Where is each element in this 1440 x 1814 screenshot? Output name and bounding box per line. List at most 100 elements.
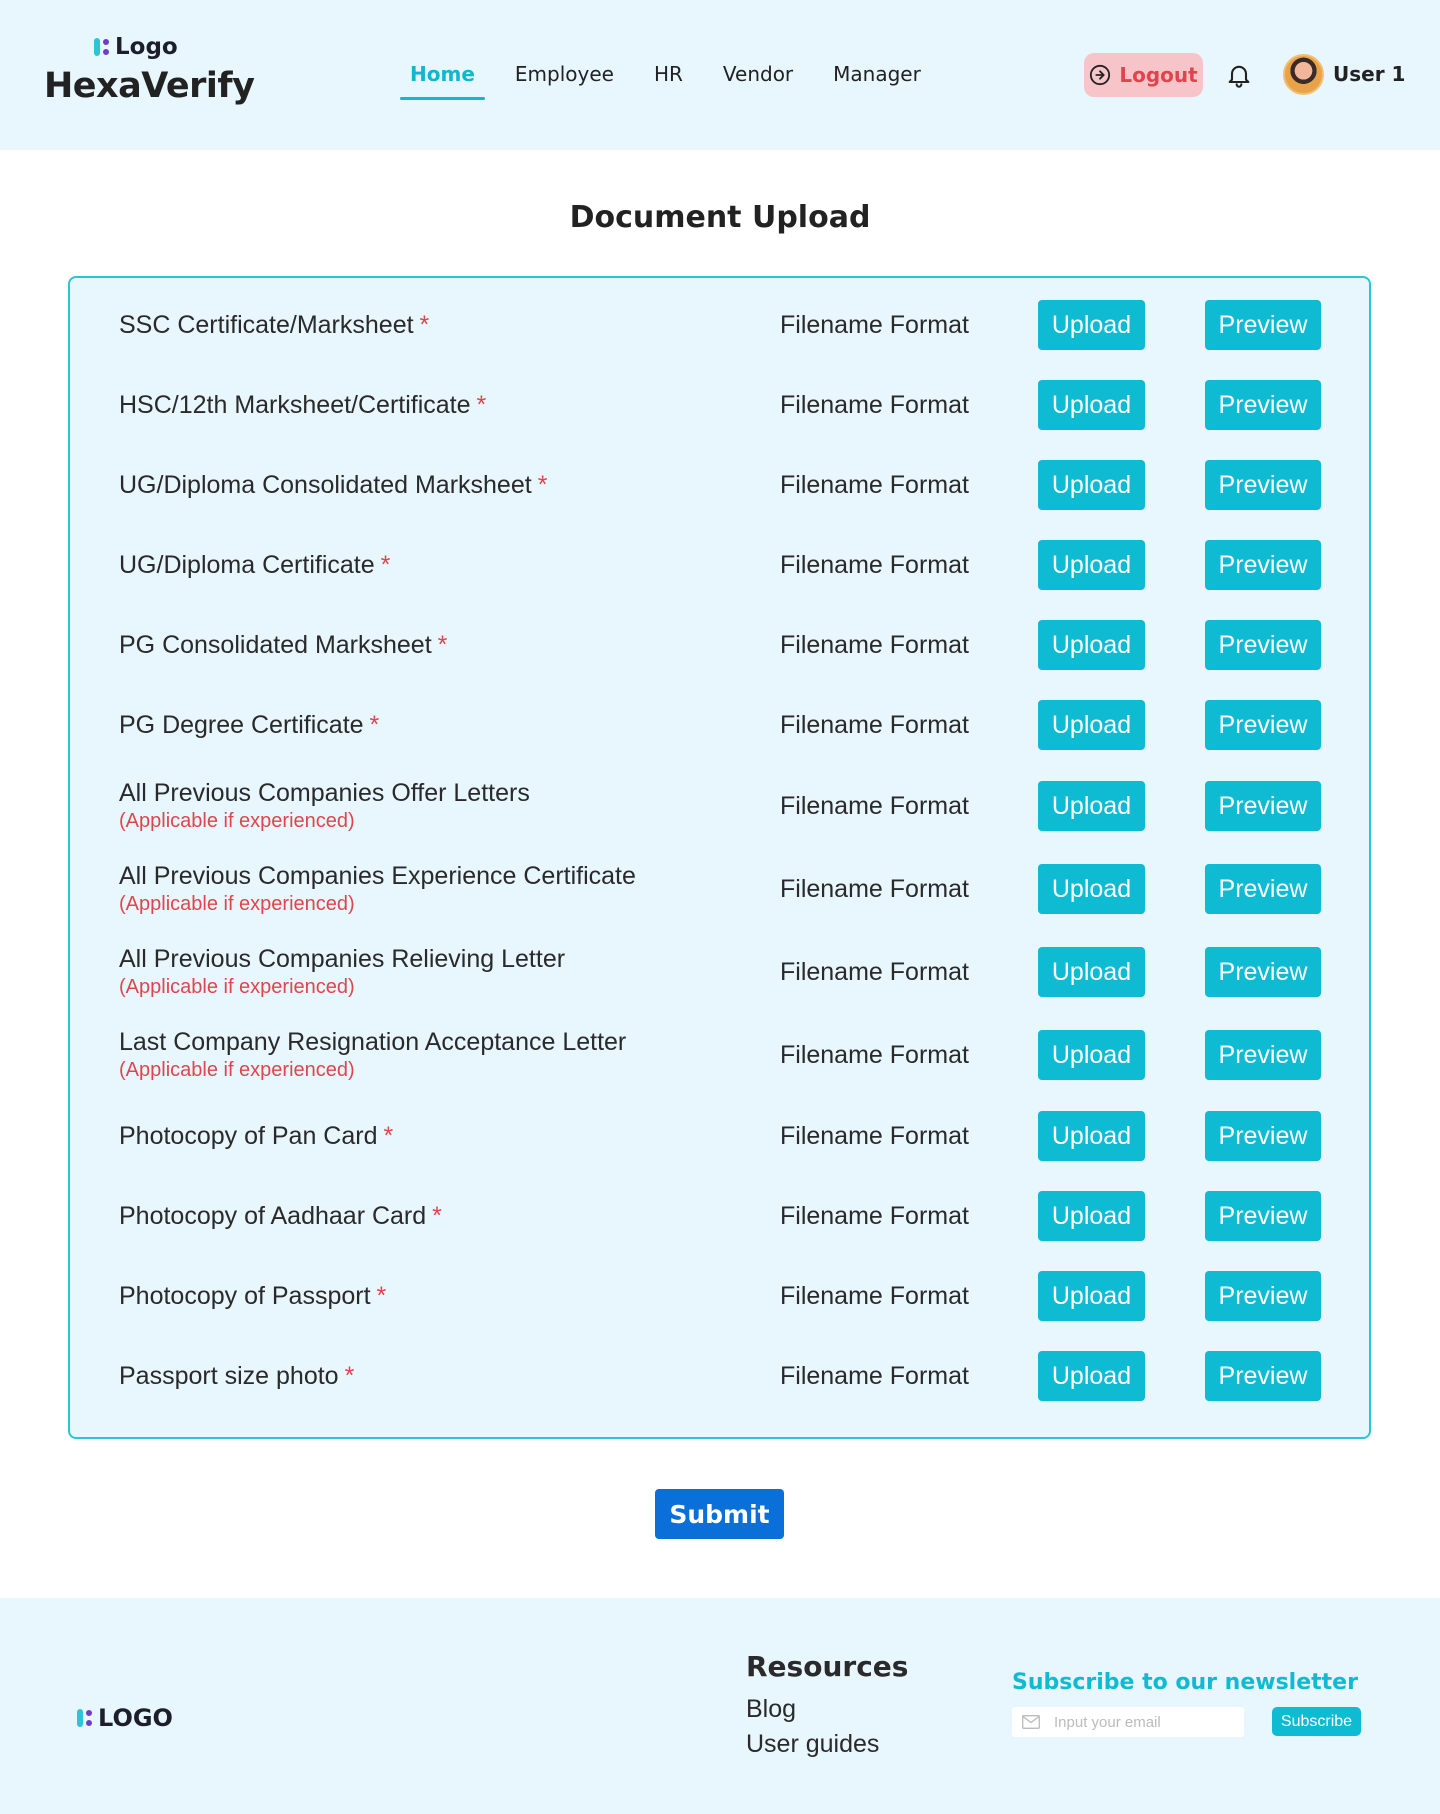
upload-button[interactable]: Upload <box>1038 781 1145 831</box>
resources-section: Resources Blog User guides <box>746 1650 908 1759</box>
document-note: (Applicable if experienced) <box>119 976 355 998</box>
upload-button[interactable]: Upload <box>1038 700 1145 750</box>
upload-button[interactable]: Upload <box>1038 620 1145 670</box>
required-asterisk: * <box>376 1281 387 1310</box>
document-label-group: Photocopy of Aadhaar Card * <box>119 1186 442 1246</box>
logout-label: Logout <box>1119 63 1198 87</box>
filename-format: Filename Format <box>780 1040 969 1069</box>
resources-link-user-guides[interactable]: User guides <box>746 1730 908 1759</box>
document-label-text: PG Degree Certificate <box>119 710 364 739</box>
document-row: Photocopy of Passport * Filename Format Upl… <box>70 1266 1369 1326</box>
logo-icon <box>77 1709 92 1727</box>
resources-link-blog[interactable]: Blog <box>746 1695 908 1724</box>
document-label-group: UG/Diploma Certificate * <box>119 535 390 595</box>
document-label-text: Last Company Resignation Acceptance Lett… <box>119 1028 627 1056</box>
document-label-group: All Previous Companies Experience Certif… <box>119 859 636 919</box>
nav-item-home[interactable]: Home <box>400 58 485 100</box>
subscribe-button[interactable]: Subscribe <box>1272 1707 1361 1736</box>
required-asterisk: * <box>437 630 448 659</box>
newsletter-section: Subscribe to our newsletter Subscribe <box>1012 1670 1362 1737</box>
preview-button[interactable]: Preview <box>1205 460 1321 510</box>
document-label: All Previous Companies Offer Letters <box>119 779 530 808</box>
document-row: Passport size photo * Filename Format Uploa… <box>70 1346 1369 1406</box>
preview-button[interactable]: Preview <box>1205 1111 1321 1161</box>
filename-format: Filename Format <box>780 957 969 986</box>
logout-button[interactable]: Logout <box>1084 53 1203 97</box>
preview-button[interactable]: Preview <box>1205 1351 1321 1401</box>
document-label-text: All Previous Companies Offer Letters <box>119 779 530 807</box>
document-label-text: SSC Certificate/Marksheet <box>119 310 414 339</box>
email-input[interactable] <box>1012 1707 1244 1737</box>
upload-button[interactable]: Upload <box>1038 1030 1145 1080</box>
footer: LOGO Resources Blog User guides Subscrib… <box>0 1598 1440 1814</box>
document-row: All Previous Companies Offer Letters (App… <box>70 776 1369 836</box>
document-label-text: All Previous Companies Relieving Letter <box>119 945 566 973</box>
preview-button[interactable]: Preview <box>1205 1191 1321 1241</box>
document-label-text: UG/Diploma Certificate <box>119 550 375 579</box>
upload-button[interactable]: Upload <box>1038 1191 1145 1241</box>
preview-button[interactable]: Preview <box>1205 300 1321 350</box>
filename-format: Filename Format <box>780 710 969 739</box>
document-label-text: All Previous Companies Experience Certif… <box>119 862 636 890</box>
preview-button[interactable]: Preview <box>1205 380 1321 430</box>
document-label-group: Photocopy of Passport * <box>119 1266 386 1326</box>
footer-logo[interactable]: LOGO <box>77 1704 173 1732</box>
document-row: All Previous Companies Experience Certif… <box>70 859 1369 919</box>
upload-button[interactable]: Upload <box>1038 864 1145 914</box>
upload-button[interactable]: Upload <box>1038 1351 1145 1401</box>
document-label-text: Photocopy of Passport <box>119 1281 371 1310</box>
preview-button[interactable]: Preview <box>1205 700 1321 750</box>
filename-format: Filename Format <box>780 1361 969 1390</box>
document-label: Photocopy of Aadhaar Card * <box>119 1202 442 1231</box>
nav-item-employee[interactable]: Employee <box>505 58 624 100</box>
document-label-text: Photocopy of Aadhaar Card <box>119 1201 427 1230</box>
upload-button[interactable]: Upload <box>1038 540 1145 590</box>
preview-button[interactable]: Preview <box>1205 864 1321 914</box>
document-row: UG/Diploma Certificate * Filename Format Up… <box>70 535 1369 595</box>
preview-button[interactable]: Preview <box>1205 540 1321 590</box>
upload-button[interactable]: Upload <box>1038 1111 1145 1161</box>
document-row: PG Degree Certificate * Filename Format Upl… <box>70 695 1369 755</box>
submit-button[interactable]: Submit <box>655 1489 784 1539</box>
page-title: Document Upload <box>569 200 871 235</box>
logo-icon <box>94 38 109 56</box>
logo-text: Logo <box>115 34 178 60</box>
filename-format: Filename Format <box>780 630 969 659</box>
document-note: (Applicable if experienced) <box>119 893 355 915</box>
nav-item-hr[interactable]: HR <box>644 58 693 100</box>
document-row: SSC Certificate/Marksheet * Filename Forma… <box>70 295 1369 355</box>
upload-button[interactable]: Upload <box>1038 947 1145 997</box>
logo[interactable]: Logo <box>94 34 254 60</box>
preview-button[interactable]: Preview <box>1205 781 1321 831</box>
preview-button[interactable]: Preview <box>1205 1271 1321 1321</box>
preview-button[interactable]: Preview <box>1205 1030 1321 1080</box>
notification-bell-icon[interactable] <box>1225 61 1253 89</box>
app-title: HexaVerify <box>44 66 255 106</box>
required-asterisk: * <box>369 710 380 739</box>
main-nav: Home Employee HR Vendor Manager <box>400 58 951 100</box>
document-label: UG/Diploma Certificate * <box>119 551 390 580</box>
preview-button[interactable]: Preview <box>1205 947 1321 997</box>
document-row: HSC/12th Marksheet/Certificate * Filename … <box>70 375 1369 435</box>
nav-item-manager[interactable]: Manager <box>823 58 931 100</box>
nav-item-vendor[interactable]: Vendor <box>713 58 803 100</box>
document-label-group: PG Consolidated Marksheet * <box>119 615 447 675</box>
filename-format: Filename Format <box>780 310 969 339</box>
avatar[interactable] <box>1283 54 1324 95</box>
document-row: Photocopy of Aadhaar Card * Filename Forma… <box>70 1186 1369 1246</box>
upload-button[interactable]: Upload <box>1038 380 1145 430</box>
document-label: HSC/12th Marksheet/Certificate * <box>119 391 486 420</box>
upload-button[interactable]: Upload <box>1038 460 1145 510</box>
document-label-group: HSC/12th Marksheet/Certificate * <box>119 375 486 435</box>
upload-button[interactable]: Upload <box>1038 300 1145 350</box>
upload-button[interactable]: Upload <box>1038 1271 1145 1321</box>
required-asterisk: * <box>432 1201 442 1230</box>
document-row: Photocopy of Pan Card * Filename Format Upl… <box>70 1106 1369 1166</box>
document-label-group: All Previous Companies Offer Letters (App… <box>119 776 530 836</box>
filename-format: Filename Format <box>780 874 969 903</box>
preview-button[interactable]: Preview <box>1205 620 1321 670</box>
document-label-group: Passport size photo * <box>119 1346 354 1406</box>
required-asterisk: * <box>537 470 548 499</box>
user-name[interactable]: User 1 <box>1333 62 1405 86</box>
document-label: PG Degree Certificate * <box>119 711 379 740</box>
